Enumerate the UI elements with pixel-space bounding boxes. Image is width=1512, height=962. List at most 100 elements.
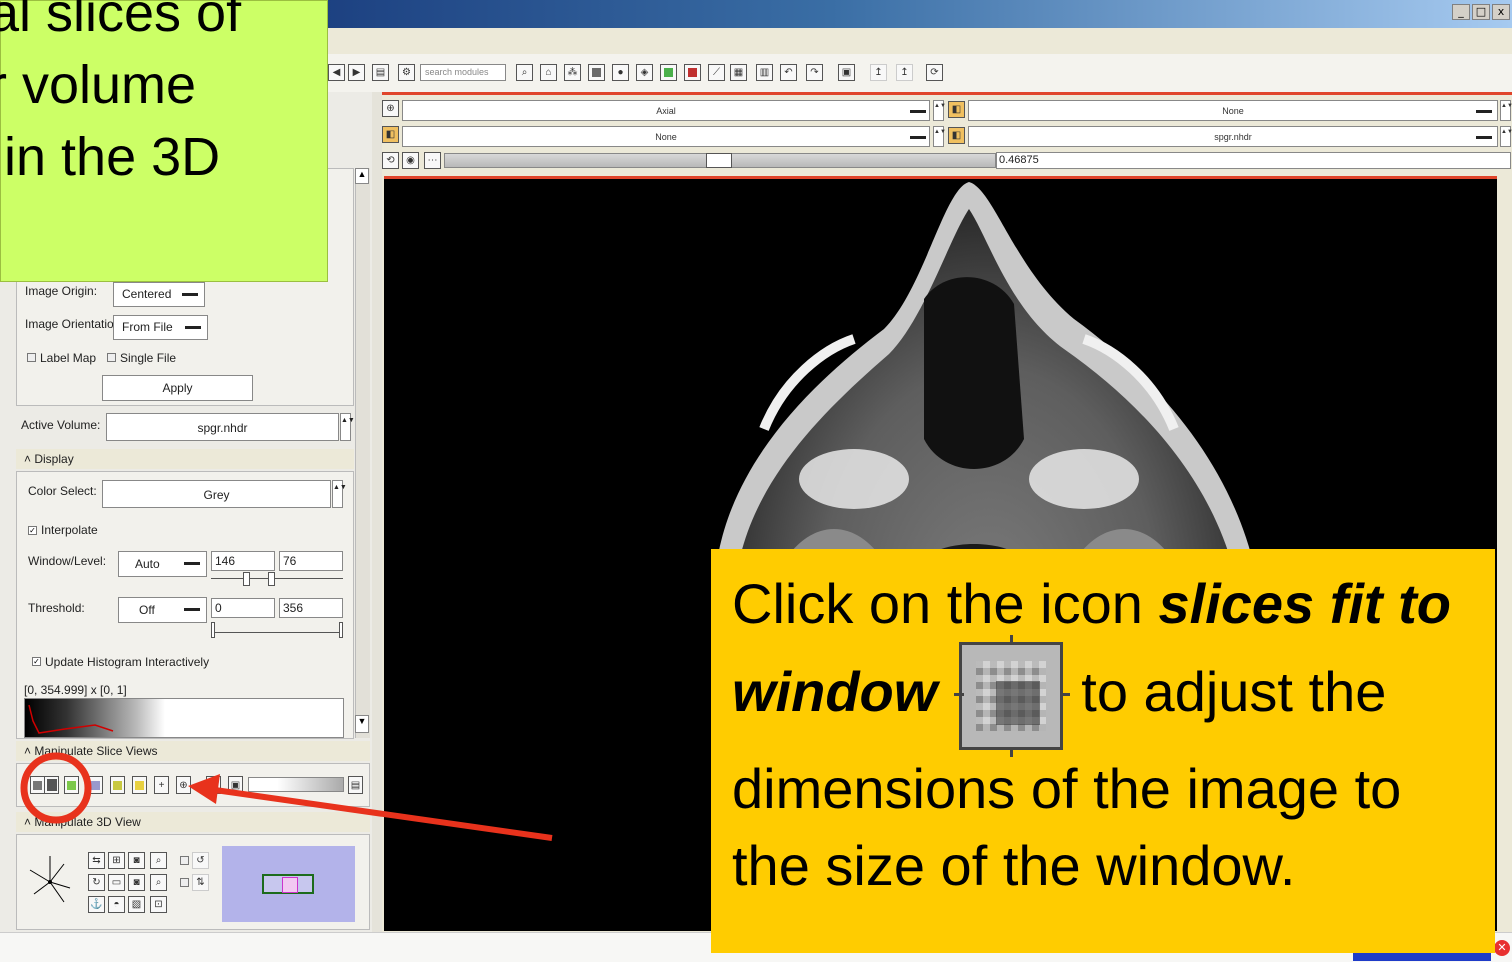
fov-icon[interactable]: ▭ <box>108 874 125 891</box>
link-icon[interactable]: ⟲ <box>382 152 399 169</box>
image-orientation-menu[interactable]: From File <box>113 315 208 340</box>
lightbox-icon[interactable]: ▢ <box>206 776 221 794</box>
slice-fade-icon[interactable]: ▤ <box>348 776 363 794</box>
search-modules-input[interactable]: search modules <box>420 64 506 81</box>
mouse-transform-icon[interactable]: ⟳ <box>926 64 943 81</box>
rotate-icon[interactable]: ↻ <box>88 874 105 891</box>
label-spin-icon[interactable]: ▲▼ <box>933 126 946 147</box>
volumes-icon[interactable] <box>588 64 605 81</box>
threshold-mode-menu[interactable]: Off <box>118 597 207 623</box>
threshold-slider[interactable] <box>211 632 343 633</box>
colors-icon[interactable]: ▦ <box>730 64 747 81</box>
background-volume-selector[interactable]: spgr.nhdr <box>968 126 1498 147</box>
fiducials-icon[interactable]: ◈ <box>636 64 653 81</box>
redo-icon[interactable]: ↷ <box>806 64 823 81</box>
orientation-selector[interactable]: Axial <box>402 100 930 121</box>
background-volume-icon[interactable]: ◧ <box>948 127 965 144</box>
mouse-pick-icon[interactable]: ↥ <box>870 64 887 81</box>
active-volume-spin-icon[interactable]: ▲▼ <box>340 413 355 441</box>
snapshot-icon[interactable]: ◙ <box>128 874 145 891</box>
foreground-volume-selector[interactable]: None <box>968 100 1498 121</box>
editor-icon[interactable] <box>660 64 677 81</box>
roll-icon[interactable]: ⊞ <box>108 852 125 869</box>
threshold-min-field[interactable]: 0 <box>211 598 275 618</box>
slices-fit-to-window-icon[interactable] <box>44 776 59 794</box>
slice-options-icon[interactable]: ⋯ <box>424 152 441 169</box>
slice-yellow-green-icon[interactable] <box>110 776 125 794</box>
manipulate-3d-view-header[interactable]: ˄ Manipulate 3D View <box>16 812 370 832</box>
foreground-spin-icon[interactable]: ▲▼ <box>1500 100 1512 121</box>
color-select-menu[interactable]: Grey <box>102 480 331 508</box>
models-icon[interactable]: ● <box>612 64 629 81</box>
view-lock-icon[interactable]: ⊡ <box>150 896 167 913</box>
manipulate-slice-views-header[interactable]: ˄ Manipulate Slice Views <box>16 741 370 761</box>
spin-checkbox[interactable] <box>180 856 189 865</box>
scroll-down-arrow-icon[interactable]: ▼ <box>355 715 369 733</box>
single-file-checkbox[interactable] <box>107 353 116 362</box>
level-value-field[interactable]: 76 <box>279 551 343 571</box>
interpolate-checkbox[interactable]: ✓ <box>28 526 37 535</box>
label-volume-selector[interactable]: None <box>402 126 930 147</box>
view-icon[interactable]: ▧ <box>128 896 145 913</box>
rock-checkbox[interactable] <box>180 878 189 887</box>
maximize-button[interactable]: □ <box>1472 4 1490 20</box>
next-module-icon[interactable]: ▶ <box>348 64 365 81</box>
active-volume-selector[interactable]: spgr.nhdr <box>106 413 339 441</box>
layout-conventional-icon[interactable]: ▥ <box>756 64 773 81</box>
crosshair-icon[interactable]: + <box>154 776 169 794</box>
prev-module-icon[interactable]: ◀ <box>328 64 345 81</box>
window-value-field[interactable]: 146 <box>211 551 275 571</box>
threshold-handle[interactable] <box>211 622 215 638</box>
minimize-button[interactable]: _ <box>1452 4 1470 20</box>
mouse-place-icon[interactable]: ↥ <box>896 64 913 81</box>
window-level-mode-menu[interactable]: Auto <box>118 551 207 577</box>
slice-offset-handle[interactable] <box>706 153 732 168</box>
threshold-handle[interactable] <box>339 622 343 638</box>
slice-spacing-icon[interactable]: ⊕ <box>176 776 191 794</box>
fade-slider[interactable] <box>248 777 344 792</box>
panel-splitter[interactable] <box>372 92 382 932</box>
slice-view-icon[interactable] <box>30 776 45 794</box>
window-level-slider[interactable] <box>211 578 343 579</box>
anchor-icon[interactable]: ⚓ <box>88 896 105 913</box>
transforms-icon[interactable]: ⟋ <box>708 64 725 81</box>
scroll-up-arrow-icon[interactable]: ▲ <box>355 168 369 184</box>
window-level-handle[interactable] <box>243 572 250 586</box>
panel-scrollbar[interactable] <box>355 168 370 738</box>
label-map-checkbox[interactable] <box>27 353 36 362</box>
orientation-axes-icon[interactable] <box>26 850 82 910</box>
image-origin-menu[interactable]: Centered <box>113 282 205 307</box>
threshold-max-field[interactable]: 356 <box>279 598 343 618</box>
slice-yellow-icon[interactable] <box>132 776 147 794</box>
zoom-in-icon[interactable]: ⌕ <box>150 852 167 869</box>
stereo-icon[interactable]: ◓ <box>108 896 125 913</box>
save-scene-icon[interactable]: ▣ <box>838 64 855 81</box>
rock-icon[interactable]: ⇅ <box>192 874 209 891</box>
binoculars-icon[interactable]: ⌕ <box>516 64 533 81</box>
window-level-handle[interactable] <box>268 572 275 586</box>
visibility-eye-icon[interactable]: ◉ <box>402 152 419 169</box>
camera-icon[interactable]: ◙ <box>128 852 145 869</box>
slice-view-icon[interactable] <box>88 776 103 794</box>
display-section-header[interactable]: ˄ Display <box>16 449 354 469</box>
slice-green-icon[interactable] <box>64 776 79 794</box>
lightbox-icon[interactable]: ▣ <box>228 776 243 794</box>
measure-icon[interactable] <box>684 64 701 81</box>
update-histogram-checkbox[interactable]: ✓ <box>32 657 41 666</box>
error-log-icon[interactable]: ✕ <box>1494 940 1510 956</box>
home-icon[interactable]: ⌂ <box>540 64 557 81</box>
zoom-out-icon[interactable]: ⌕ <box>150 874 167 891</box>
background-layer-icon[interactable]: ◧ <box>382 126 399 143</box>
orientation-spin-icon[interactable]: ▲▼ <box>933 100 946 121</box>
pitch-icon[interactable]: ⇆ <box>88 852 105 869</box>
close-button[interactable]: x <box>1492 4 1510 20</box>
background-spin-icon[interactable]: ▲▼ <box>1500 126 1512 147</box>
undo-icon[interactable]: ↶ <box>780 64 797 81</box>
module-gear-icon[interactable]: ⚙ <box>398 64 415 81</box>
data-icon[interactable]: ⁂ <box>564 64 581 81</box>
slice-pin-icon[interactable]: ⊕ <box>382 100 399 117</box>
foreground-layer-icon[interactable]: ◧ <box>948 101 965 118</box>
slice-offset-value[interactable]: 0.46875 <box>996 152 1511 169</box>
spin-icon[interactable]: ↺ <box>192 852 209 869</box>
color-select-spin-icon[interactable]: ▲▼ <box>332 480 347 508</box>
